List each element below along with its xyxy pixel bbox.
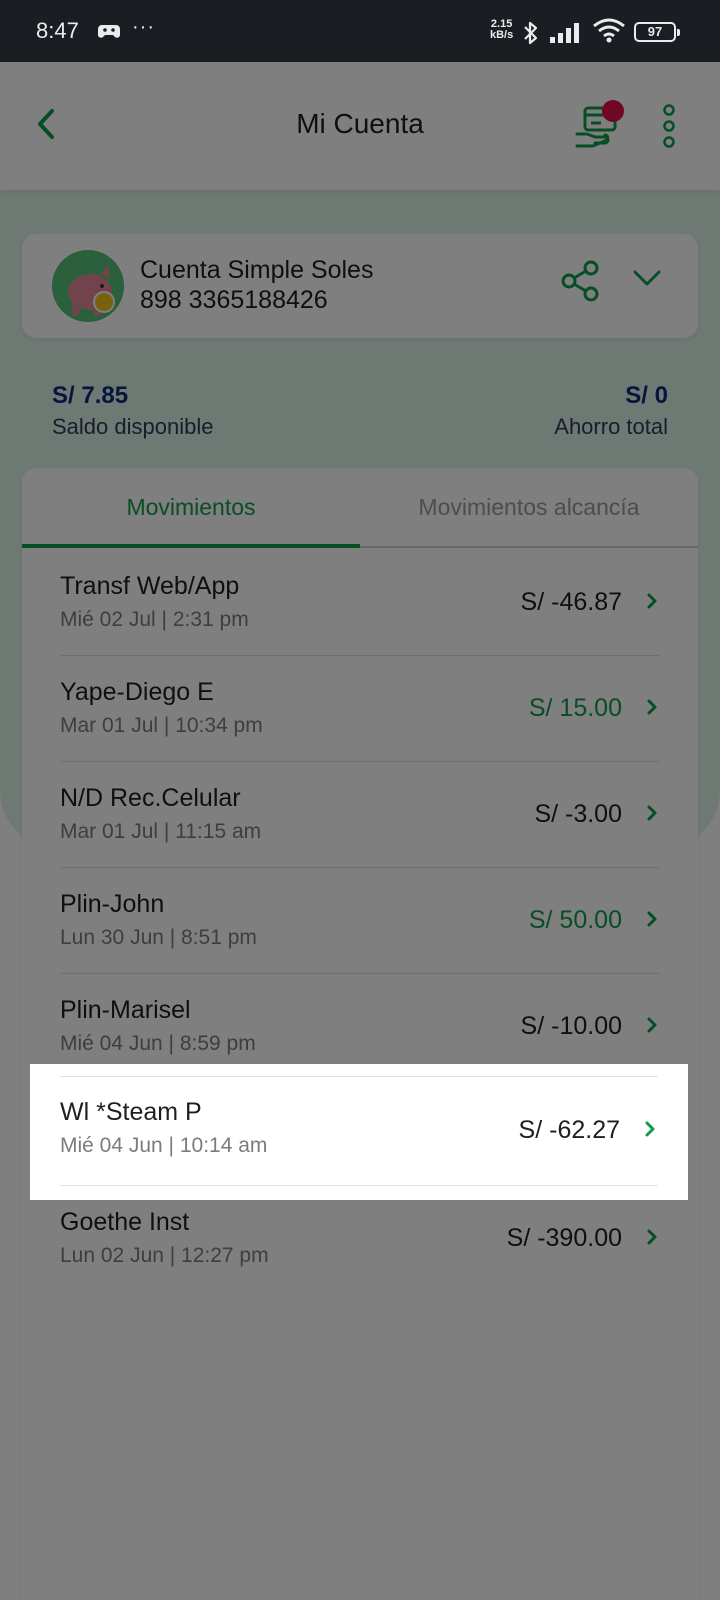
available-balance-label: Saldo disponible [52, 414, 214, 439]
chevron-right-icon [646, 804, 658, 822]
movement-name: Yape-Diego E [60, 678, 214, 706]
status-more-icon: ··· [132, 16, 155, 38]
app-header: Mi Cuenta [0, 62, 720, 190]
movement-row[interactable]: Goethe Inst Lun 02 Jun | 12:27 pm S/ -39… [22, 1186, 698, 1292]
status-bar: 8:47 ··· 2.15 kB/s 97 [0, 0, 720, 62]
piggy-bank-avatar [52, 250, 124, 322]
movement-date: Mar 01 Jul | 10:34 pm [60, 714, 263, 737]
movement-date: Lun 02 Jun | 12:27 pm [60, 1244, 269, 1267]
active-tab-indicator [22, 544, 360, 548]
movements-tabs: Movimientos Movimientos alcancía [22, 468, 698, 548]
tab-movimientos-alcancia[interactable]: Movimientos alcancía [360, 494, 698, 521]
highlighted-movement-row[interactable]: Wl *Steam P Mié 04 Jun | 10:14 am S/ -62… [30, 1064, 688, 1200]
account-name: Cuenta Simple Soles [140, 256, 374, 284]
notification-dot [602, 100, 624, 122]
chevron-right-icon [646, 910, 658, 928]
movement-name: N/D Rec.Celular [60, 784, 241, 812]
status-time: 8:47 [36, 18, 79, 43]
total-savings-amount: S/ 0 [625, 382, 668, 409]
movement-name: Transf Web/App [60, 572, 240, 600]
movement-name: Plin-Marisel [60, 996, 191, 1024]
signal-icon [550, 23, 579, 43]
chevron-right-icon [646, 698, 658, 716]
battery-icon: 97 [634, 22, 680, 42]
movement-date: Mié 02 Jul | 2:31 pm [60, 608, 249, 631]
chevron-right-icon [646, 1016, 658, 1034]
movement-row[interactable]: Yape-Diego E Mar 01 Jul | 10:34 pm S/ 15… [22, 656, 698, 762]
movement-amount: S/ -10.00 [520, 1012, 622, 1040]
movement-date: Mié 04 Jun | 10:14 am [60, 1134, 268, 1157]
movement-date: Mié 04 Jun | 8:59 pm [60, 1032, 256, 1055]
movement-amount: S/ 50.00 [528, 906, 622, 934]
movement-name: Wl *Steam P [60, 1098, 202, 1126]
wifi-icon [593, 18, 625, 43]
tab-movimientos[interactable]: Movimientos [22, 494, 360, 521]
movement-amount: S/ -3.00 [534, 800, 622, 828]
available-balance-amount: S/ 7.85 [52, 382, 129, 409]
movement-name: Goethe Inst [60, 1208, 190, 1236]
chevron-right-icon [646, 1228, 658, 1246]
movement-row[interactable]: Plin-John Lun 30 Jun | 8:51 pm S/ 50.00 [22, 868, 698, 974]
bluetooth-icon [524, 21, 538, 45]
chevron-down-icon[interactable] [632, 268, 662, 288]
total-savings: S/ 0 Ahorro total [554, 382, 668, 440]
kebab-menu-icon[interactable] [662, 104, 676, 148]
chevron-right-icon [646, 592, 658, 610]
movements-panel: Movimientos Movimientos alcancía Transf … [22, 468, 698, 1600]
movement-row[interactable]: Transf Web/App Mié 02 Jul | 2:31 pm S/ -… [22, 550, 698, 656]
movement-amount: S/ -46.87 [520, 588, 622, 616]
movement-amount: S/ -390.00 [506, 1224, 622, 1252]
movement-row[interactable]: N/D Rec.Celular Mar 01 Jul | 11:15 am S/… [22, 762, 698, 868]
row-divider [60, 1076, 658, 1077]
available-balance: S/ 7.85 Saldo disponible [52, 382, 213, 440]
row-divider [60, 1185, 658, 1186]
total-savings-label: Ahorro total [554, 414, 668, 439]
share-icon[interactable] [560, 260, 600, 302]
movement-amount: S/ -62.27 [518, 1116, 620, 1144]
account-number: 898 3365188426 [140, 286, 328, 314]
movement-name: Plin-John [60, 890, 165, 918]
movement-date: Lun 30 Jun | 8:51 pm [60, 926, 257, 949]
movement-amount: S/ 15.00 [528, 694, 622, 722]
speed-unit: kB/s [490, 29, 514, 41]
chevron-right-icon [644, 1120, 656, 1143]
piggy-bank-icon [52, 250, 124, 322]
network-speed: 2.15 kB/s [490, 19, 513, 41]
account-card[interactable]: Cuenta Simple Soles 898 3365188426 [22, 234, 698, 338]
movement-date: Mar 01 Jul | 11:15 am [60, 820, 262, 843]
game-controller-icon [98, 25, 120, 38]
